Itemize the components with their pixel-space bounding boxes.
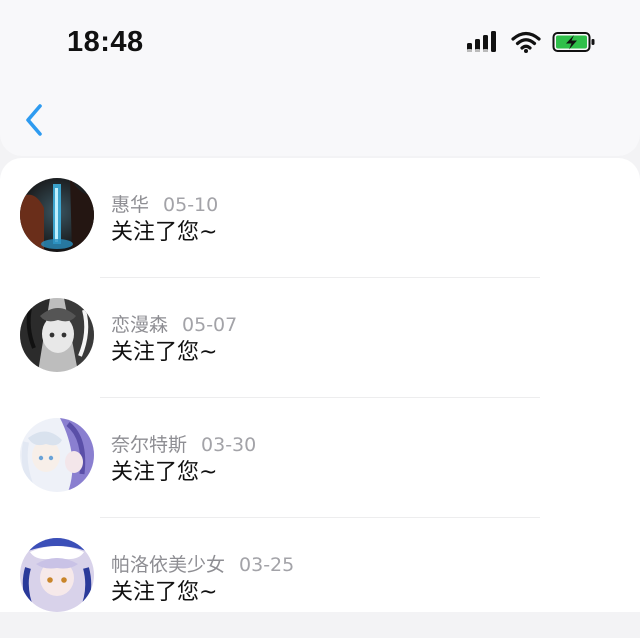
notification-message: 关注了您~ <box>111 220 218 245</box>
user-name: 恋漫森 05-07 <box>111 310 237 337</box>
notification-list: 惠华 05-10 关注了您~ 恋漫森 05-07 关注了您~ 奈尔特斯 03-3… <box>0 158 640 612</box>
avatar[interactable] <box>20 538 94 612</box>
notification-date: 03-30 <box>201 434 257 456</box>
list-item[interactable]: 帕洛依美少女 03-25 关注了您~ <box>0 518 640 638</box>
wifi-icon <box>511 31 541 53</box>
battery-charging-icon <box>552 32 595 52</box>
notification-date: 05-10 <box>163 194 219 216</box>
notification-message: 关注了您~ <box>111 580 218 605</box>
list-item[interactable]: 奈尔特斯 03-30 关注了您~ <box>0 398 640 518</box>
status-time: 18:48 <box>67 26 144 58</box>
chevron-left-icon <box>26 104 42 136</box>
signal-icon <box>467 31 496 52</box>
back-button[interactable] <box>20 100 56 140</box>
user-name-text: 惠华 <box>111 194 150 216</box>
avatar[interactable] <box>20 178 94 252</box>
user-name-text: 恋漫森 <box>111 314 169 336</box>
notification-message: 关注了您~ <box>111 460 218 485</box>
list-item[interactable]: 恋漫森 05-07 关注了您~ <box>0 278 640 398</box>
user-name: 惠华 05-10 <box>111 190 218 217</box>
avatar[interactable] <box>20 418 94 492</box>
list-item[interactable]: 惠华 05-10 关注了您~ <box>0 158 640 278</box>
notification-date: 03-25 <box>239 554 295 576</box>
avatar[interactable] <box>20 298 94 372</box>
user-name-text: 帕洛依美少女 <box>111 554 226 576</box>
notification-message: 关注了您~ <box>111 340 218 365</box>
user-name: 奈尔特斯 03-30 <box>111 430 256 457</box>
notification-date: 05-07 <box>182 314 238 336</box>
user-name: 帕洛依美少女 03-25 <box>111 550 294 577</box>
user-name-text: 奈尔特斯 <box>111 434 188 456</box>
header: 18:48 <box>0 0 640 156</box>
